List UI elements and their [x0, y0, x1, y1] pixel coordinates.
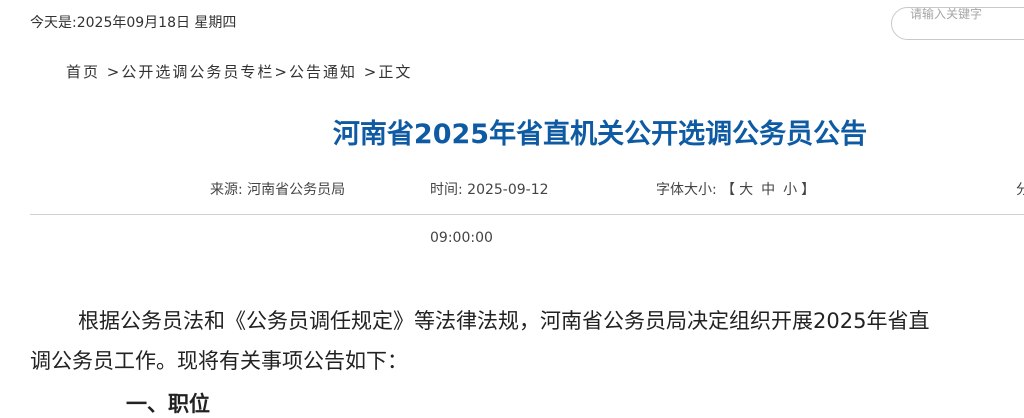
font-size-bracket-close: 】 — [801, 182, 816, 198]
article-source: 来源: 河南省公务员局 — [210, 179, 345, 199]
font-size-small-button[interactable]: 小 — [783, 182, 797, 198]
font-size-control: 字体大小: 【大中小】 — [656, 179, 815, 199]
breadcrumb-column[interactable]: 公开选调公务员专栏 — [121, 63, 274, 81]
article-paragraph: 调公务员工作。现将有关事项公告如下： — [30, 349, 408, 373]
current-date: 今天是:2025年09月18日 星期四 — [30, 15, 237, 31]
breadcrumb-separator: > — [106, 63, 122, 81]
section-heading: 一、职位 — [126, 392, 210, 416]
time-label: 时间: — [430, 182, 463, 198]
article-title: 河南省2025年省直机关公开选调公务员公告 — [332, 119, 868, 150]
publish-date: 2025-09-12 — [467, 182, 549, 198]
source-label: 来源: — [210, 182, 243, 198]
search-box[interactable] — [891, 4, 1024, 40]
breadcrumb: 首页 >公开选调公务员专栏>公告通知 >正文 — [66, 61, 412, 82]
article-paragraph: 根据公务员法和《公务员调任规定》等法律法规，河南省公务员局决定组织开展2025年… — [78, 309, 930, 333]
article-meta: 来源: 河南省公务员局 时间: 2025-09-12 字体大小: 【大中小】 分 — [0, 179, 1024, 199]
font-size-medium-button[interactable]: 中 — [761, 182, 775, 198]
source-value: 河南省公务员局 — [247, 182, 346, 198]
breadcrumb-home[interactable]: 首页 — [66, 63, 100, 81]
meta-divider — [30, 214, 1024, 215]
font-size-label: 字体大小: — [656, 182, 717, 198]
share-label: 分 — [1016, 182, 1024, 198]
breadcrumb-separator: > — [274, 63, 289, 81]
breadcrumb-category[interactable]: 公告通知 — [289, 63, 357, 81]
font-size-large-button[interactable]: 大 — [739, 182, 753, 198]
article-time: 时间: 2025-09-12 — [430, 179, 549, 199]
font-size-bracket-open: 【 — [721, 182, 736, 198]
breadcrumb-current: 正文 — [378, 63, 413, 81]
breadcrumb-separator: > — [363, 63, 379, 81]
publish-time: 09:00:00 — [430, 230, 493, 246]
search-input[interactable] — [910, 4, 1024, 24]
